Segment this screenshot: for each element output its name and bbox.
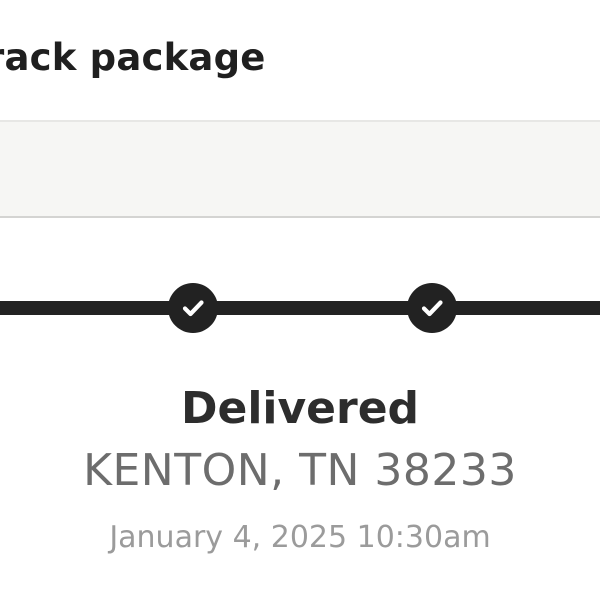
progress-line xyxy=(0,301,600,315)
tracking-page: rack package Delivered KENTON, TN 38233 … xyxy=(0,0,600,600)
page-title: rack package xyxy=(0,36,266,79)
page-header: rack package xyxy=(0,0,600,120)
delivery-progress-tracker xyxy=(0,270,600,350)
progress-step-completed xyxy=(168,283,218,333)
delivery-location: KENTON, TN 38233 xyxy=(83,445,517,496)
checkmark-icon xyxy=(421,300,443,317)
delivery-status: Delivered xyxy=(180,383,420,434)
delivery-timestamp: January 4, 2025 10:30am xyxy=(109,520,491,555)
checkmark-icon xyxy=(182,300,204,317)
delivery-status-section: Delivered KENTON, TN 38233 January 4, 20… xyxy=(0,380,600,558)
progress-step-completed xyxy=(407,283,457,333)
tracking-summary-band xyxy=(0,120,600,218)
